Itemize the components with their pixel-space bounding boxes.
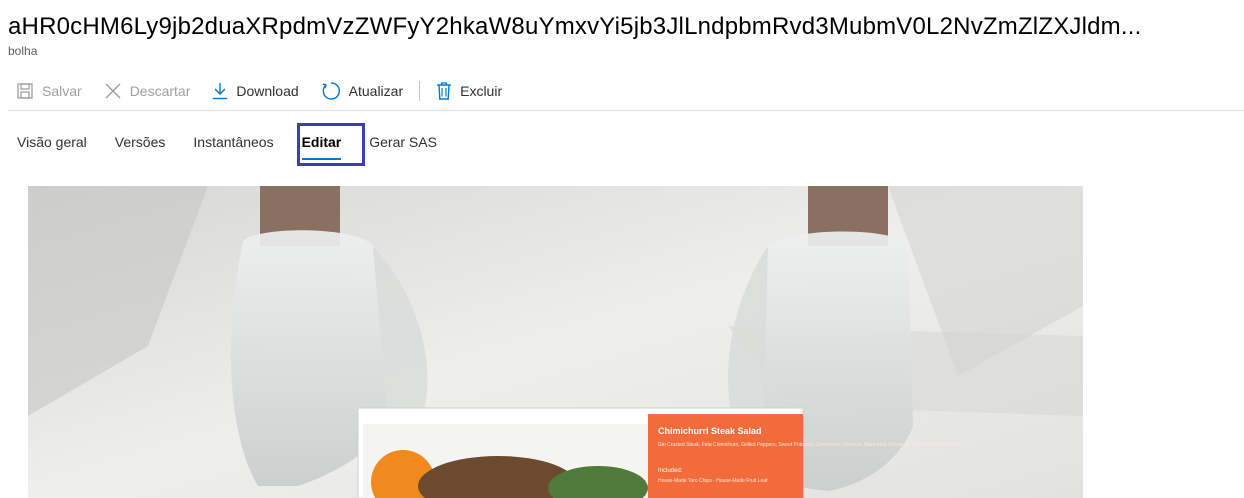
close-icon [105, 83, 121, 99]
tab-generate-sas-label: Gerar SAS [369, 134, 437, 150]
label-description: Gin Crusted Steak, Feta Chimichurri, Gri… [658, 442, 965, 448]
tab-versions[interactable]: Versões [115, 124, 166, 168]
tab-generate-sas[interactable]: Gerar SAS [369, 124, 437, 168]
food-photo: Chimichurri Steak Salad Gin Crusted Stea… [28, 186, 1083, 498]
page-title: aHR0cHM6Ly9jb2duaXRpdmVzZWFyY2hkaW8uYmxv… [8, 13, 1142, 40]
trash-icon [437, 82, 452, 100]
blob-image-preview: Chimichurri Steak Salad Gin Crusted Stea… [28, 186, 1083, 498]
delete-button[interactable]: Excluir [428, 78, 508, 104]
discard-button[interactable]: Descartar [96, 78, 197, 104]
tab-snapshots-label: Instantâneos [193, 134, 274, 150]
download-button[interactable]: Download [204, 78, 304, 104]
label-included: Included: [658, 468, 683, 474]
page-subtitle: bolha [8, 44, 38, 58]
save-label: Salvar [42, 83, 82, 99]
refresh-label: Atualizar [348, 83, 404, 99]
toolbar-divider [419, 81, 421, 101]
discard-label: Descartar [129, 83, 191, 99]
download-icon [213, 83, 228, 100]
tab-overview-label: Visão geral [17, 134, 87, 150]
tab-overview[interactable]: Visão geral [17, 124, 87, 168]
tab-bar: Visão geral Versões Instantâneos Editar … [0, 124, 465, 168]
label-included-items: House-Made Taro Chips · House-Made Fruit… [658, 478, 768, 484]
command-bar: Salvar Descartar Download Atualizar Excl… [8, 78, 516, 104]
tab-versions-label: Versões [114, 134, 166, 150]
refresh-icon [322, 82, 340, 100]
highlight-outline [297, 123, 365, 166]
download-label: Download [236, 83, 299, 99]
refresh-button[interactable]: Atualizar [313, 78, 409, 104]
toolbar-divider-line [8, 110, 1244, 111]
label-title: Chimichurri Steak Salad [658, 426, 762, 436]
save-button[interactable]: Salvar [8, 78, 88, 104]
tab-snapshots[interactable]: Instantâneos [193, 124, 273, 168]
save-icon [17, 83, 33, 99]
delete-label: Excluir [460, 83, 503, 99]
